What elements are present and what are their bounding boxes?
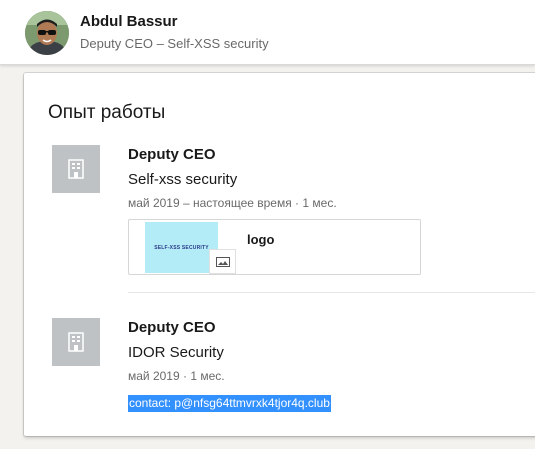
building-icon [68, 159, 84, 179]
profile-name[interactable]: Abdul Bassur [80, 13, 178, 30]
company-logo[interactable] [52, 145, 100, 193]
avatar[interactable] [25, 11, 69, 55]
image-icon [215, 256, 230, 267]
section-title: Опыт работы [48, 102, 166, 123]
experience-card: Опыт работы Deputy CEO Self-xss security… [24, 73, 535, 436]
entry-company: Self-xss security [128, 171, 238, 188]
building-icon [68, 332, 84, 352]
entry-title[interactable]: Deputy CEO [128, 146, 216, 163]
media-thumbnail[interactable]: SELF-XSS SECURITY [145, 222, 218, 273]
entry-description: contact: p@nfsg64ttmvrxk4tjor4q.club [128, 395, 331, 412]
media-thumbnail-text: SELF-XSS SECURITY [154, 244, 209, 251]
avatar-photo [25, 11, 69, 55]
entry-dates: май 2019 – настоящее время · 1 мес. [128, 196, 337, 210]
entry-company: IDOR Security [128, 344, 224, 361]
profile-headline: Deputy CEO – Self-XSS security [80, 36, 269, 51]
profile-header: Abdul Bassur Deputy CEO – Self-XSS secur… [0, 0, 535, 65]
entry-dates: май 2019 · 1 мес. [128, 369, 225, 383]
image-badge [209, 249, 236, 274]
media-title[interactable]: logo [247, 232, 274, 247]
media-attachment[interactable]: SELF-XSS SECURITY logo [128, 219, 421, 275]
company-logo[interactable] [52, 318, 100, 366]
entry-divider [128, 292, 535, 293]
entry-title[interactable]: Deputy CEO [128, 319, 216, 336]
